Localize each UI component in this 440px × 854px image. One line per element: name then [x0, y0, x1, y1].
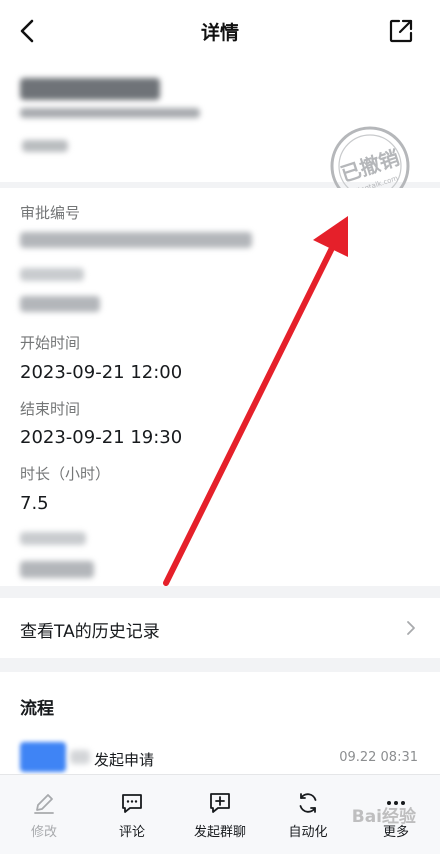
baidu-watermark: Bai经验: [351, 807, 416, 827]
flow-step-time: 09.22 08:31: [339, 750, 418, 765]
blurred-field-value-2: [20, 561, 94, 578]
blurred-field-label-2: [20, 532, 86, 545]
group-chat-icon: [210, 793, 230, 813]
blurred-approval-number: [20, 232, 252, 248]
automation-label: 自动化: [288, 825, 328, 840]
start-time-value: 2023-09-21 12:00: [20, 362, 183, 383]
automation-button[interactable]: 自动化: [268, 775, 348, 840]
blurred-subtitle: [20, 108, 200, 118]
edit-button[interactable]: 修改: [4, 775, 84, 840]
end-time-value: 2023-09-21 19:30: [20, 427, 183, 448]
top-nav: 详情: [0, 0, 440, 62]
comment-icon: [122, 794, 142, 813]
group-chat-button[interactable]: 发起群聊: [180, 775, 260, 840]
page-title: 详情: [200, 22, 239, 44]
comment-button[interactable]: 评论: [92, 775, 172, 840]
edit-icon: [34, 794, 54, 814]
blurred-status: [22, 140, 68, 152]
detail-fields-card: 审批编号 开始时间 2023-09-21 12:00 结束时间 2023-09-…: [0, 188, 440, 586]
flow-title: 流程: [20, 699, 54, 719]
blurred-field-label: [20, 268, 84, 281]
end-time-label: 结束时间: [20, 400, 81, 418]
duration-label: 时长（小时）: [20, 465, 111, 483]
chevron-right-icon: [407, 621, 415, 635]
comment-label: 评论: [118, 825, 145, 840]
start-time-label: 开始时间: [20, 334, 81, 352]
flow-step-text: 发起申请: [94, 751, 155, 769]
edit-label: 修改: [30, 825, 57, 840]
group-chat-label: 发起群聊: [193, 825, 246, 840]
blurred-applicant-name: [70, 750, 90, 764]
blurred-avatar: [20, 742, 66, 772]
blurred-title: [20, 78, 160, 100]
share-icon[interactable]: [388, 18, 414, 44]
history-records-row[interactable]: 查看TA的历史记录: [0, 598, 440, 658]
approval-number-label: 审批编号: [20, 204, 81, 222]
blurred-field-value: [20, 296, 100, 312]
automation-icon: [299, 793, 317, 813]
duration-value: 7.5: [20, 493, 49, 514]
history-records-label: 查看TA的历史记录: [20, 622, 160, 642]
